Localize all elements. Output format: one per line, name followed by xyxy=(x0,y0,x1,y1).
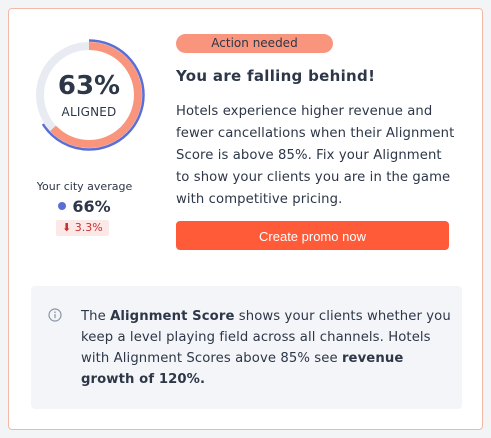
alignment-label: ALIGNED xyxy=(61,105,117,119)
alert-body: Hotels experience higher revenue and few… xyxy=(176,104,455,207)
city-average-value: 66% xyxy=(72,197,111,216)
status-badge: Action needed xyxy=(176,34,333,53)
info-box: The Alignment Score shows your clients w… xyxy=(31,286,462,409)
city-average-value-row: 66% xyxy=(9,197,160,216)
alignment-percent: 63% xyxy=(57,71,121,101)
alignment-ring: 63% ALIGNED xyxy=(33,39,145,151)
alignment-card: 63% ALIGNED Your city average 66% ⬇ 3.3%… xyxy=(8,8,483,430)
info-text: The Alignment Score shows your clients w… xyxy=(81,309,451,387)
city-legend-dot xyxy=(58,201,67,210)
city-average-label: Your city average xyxy=(36,180,133,193)
info-icon xyxy=(48,308,62,322)
ring-center: 63% ALIGNED xyxy=(33,39,145,151)
city-delta-badge: ⬇ 3.3% xyxy=(56,220,109,236)
info-bold-term: Alignment Score xyxy=(110,309,235,324)
alert-headline: You are falling behind! xyxy=(176,67,376,85)
create-promo-button[interactable]: Create promo now xyxy=(176,221,449,250)
